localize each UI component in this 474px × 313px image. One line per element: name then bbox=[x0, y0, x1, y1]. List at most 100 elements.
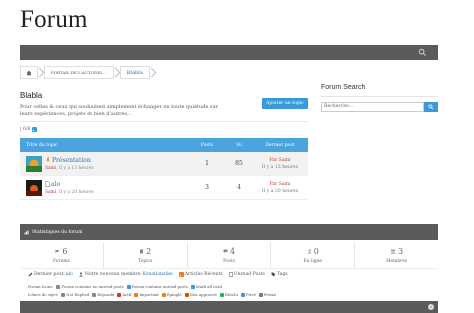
topic-thumbnail[interactable] bbox=[26, 155, 42, 172]
stat-value: 4 bbox=[229, 247, 236, 256]
breadcrumb-current[interactable]: Blabla bbox=[119, 66, 150, 79]
table-row[interactable]: alo Sami, Il y a 20 heures 3 4 Par Sami … bbox=[20, 176, 308, 200]
topic-views: 85 bbox=[235, 160, 243, 167]
last-post-by[interactable]: Par Sami bbox=[252, 181, 308, 188]
recent-articles-label: Articles Récents bbox=[184, 272, 223, 277]
rss-icon[interactable] bbox=[32, 127, 38, 132]
search-button[interactable] bbox=[424, 102, 438, 112]
breadcrumb-portal[interactable]: PORTAIL DE L'AUTODEL... bbox=[44, 66, 114, 79]
topic-link[interactable]: Présentation bbox=[45, 157, 94, 164]
legend-label: Fermé bbox=[263, 292, 277, 297]
topic-last-post: Par Sami Il y a 13 heures bbox=[252, 157, 308, 171]
tags-label: Tags bbox=[276, 272, 288, 277]
user-icon bbox=[307, 249, 312, 254]
topic-posts: 1 bbox=[205, 160, 209, 167]
pin-icon bbox=[46, 157, 50, 163]
last-post-info: Dernier post: alo bbox=[28, 272, 73, 277]
legend-item: Répondu bbox=[92, 292, 114, 297]
tags-link[interactable]: Tags bbox=[271, 272, 288, 277]
comment-icon bbox=[223, 249, 228, 253]
last-post-link[interactable]: alo bbox=[66, 272, 73, 277]
pencil-icon bbox=[28, 272, 33, 277]
topic-posts: 3 bbox=[205, 184, 209, 191]
legend-item: Forum contains no unread posts bbox=[56, 284, 124, 289]
comments-icon bbox=[126, 284, 131, 289]
header-last: Dernier post bbox=[265, 142, 295, 148]
legend-label: Forum contains unread posts bbox=[131, 284, 188, 289]
search-icon[interactable] bbox=[418, 48, 427, 57]
divider bbox=[321, 96, 438, 97]
topic-time: Il y a 13 heures bbox=[59, 165, 94, 171]
stat-label: Posts bbox=[223, 259, 235, 264]
topic-author[interactable]: Sami bbox=[45, 190, 56, 195]
legend-label: Privé bbox=[245, 292, 256, 297]
file-text-icon bbox=[92, 292, 97, 297]
users-icon bbox=[390, 249, 397, 254]
topic-icons-legend: Icônes de sujet: Not Replied Répondu Act… bbox=[28, 292, 276, 297]
stat-label: Forums bbox=[53, 259, 70, 264]
search-input[interactable]: Recherche... bbox=[321, 102, 424, 112]
thumb-ground bbox=[26, 165, 42, 172]
topic-author[interactable]: Sami bbox=[45, 166, 56, 171]
check-icon bbox=[219, 292, 224, 297]
pager-count: | 6/6 bbox=[20, 127, 31, 132]
search-icon bbox=[428, 104, 434, 110]
home-icon bbox=[26, 70, 32, 75]
file-icon bbox=[61, 292, 66, 297]
top-nav-bar bbox=[20, 45, 438, 60]
legend-item: Actif bbox=[117, 292, 131, 297]
warning-icon bbox=[184, 292, 189, 297]
stats-panel: 6 Forums 2 Topics 4 Posts 0 En ligne 3 M… bbox=[20, 242, 438, 269]
breadcrumb-separator bbox=[150, 66, 156, 79]
legend-item: Épinglé bbox=[161, 292, 182, 297]
unread-posts-link[interactable]: Unread Posts bbox=[229, 272, 265, 277]
topic-time: Il y a 20 heures bbox=[59, 189, 94, 195]
comments-icon bbox=[55, 250, 59, 253]
newest-member-link[interactable]: Kreationsfan bbox=[143, 272, 173, 277]
legend-label: Répondu bbox=[97, 292, 115, 297]
last-post-by[interactable]: Par Sami bbox=[252, 157, 308, 164]
stat-posts: 4 Posts bbox=[188, 242, 272, 268]
table-row[interactable]: Présentation Sami, Il y a 13 heures 1 85… bbox=[20, 152, 308, 176]
mark-all-read-link[interactable]: Mark all read bbox=[190, 284, 222, 289]
stat-value: 6 bbox=[62, 247, 68, 256]
topic-title: Présentation bbox=[52, 156, 91, 164]
stat-online: 0 En ligne bbox=[271, 242, 356, 268]
document-icon bbox=[45, 181, 50, 187]
legend-label: Mark all read bbox=[195, 284, 222, 289]
recent-articles-link[interactable]: Articles Récents bbox=[178, 272, 223, 277]
legend-item: Forum contains unread posts bbox=[126, 284, 188, 289]
sidebar-title: Forum Search bbox=[321, 84, 366, 91]
legend-item: Important bbox=[134, 292, 159, 297]
site-title: Forum bbox=[20, 6, 88, 33]
last-post-time: Il y a 20 heures bbox=[261, 188, 299, 194]
header-views: Vu bbox=[236, 142, 242, 148]
topic-thumbnail[interactable] bbox=[26, 179, 42, 196]
legend-label: Actif bbox=[122, 292, 132, 297]
stats-header: Statistiques du forum bbox=[20, 224, 438, 240]
divider bbox=[20, 121, 308, 122]
forum-icons-legend: Forum Icons: Forum contains no unread po… bbox=[28, 284, 222, 289]
file-icon bbox=[140, 249, 144, 254]
topic-meta: Sami, Il y a 13 heures bbox=[45, 165, 94, 171]
footer-bar: i bbox=[20, 301, 438, 313]
legend-label: Non approuvé bbox=[189, 292, 217, 297]
stat-label: En ligne bbox=[303, 259, 323, 264]
sidebar-search: Recherche... bbox=[321, 102, 438, 112]
unread-posts-label: Unread Posts bbox=[233, 272, 265, 277]
legend-item: Fermé bbox=[258, 292, 277, 297]
stat-label: Topics bbox=[138, 259, 153, 264]
breadcrumb: PORTAIL DE L'AUTODEL... Blabla bbox=[20, 66, 156, 79]
topic-link[interactable]: alo bbox=[45, 181, 94, 188]
bar-chart-icon bbox=[24, 230, 29, 234]
topic-title: alo bbox=[51, 180, 61, 188]
add-topic-button[interactable]: Ajouter un topic bbox=[262, 98, 308, 109]
comments-icon bbox=[56, 284, 61, 289]
legend-item: Privé bbox=[240, 292, 256, 297]
topics-header: Titre du topic Posts Vu Dernier post bbox=[20, 138, 308, 152]
info-icon[interactable]: i bbox=[428, 304, 434, 310]
check-icon bbox=[190, 284, 195, 289]
stat-topics: 2 Topics bbox=[104, 242, 188, 268]
topics-table: Titre du topic Posts Vu Dernier post Pré… bbox=[20, 138, 308, 200]
file-icon bbox=[229, 272, 233, 277]
